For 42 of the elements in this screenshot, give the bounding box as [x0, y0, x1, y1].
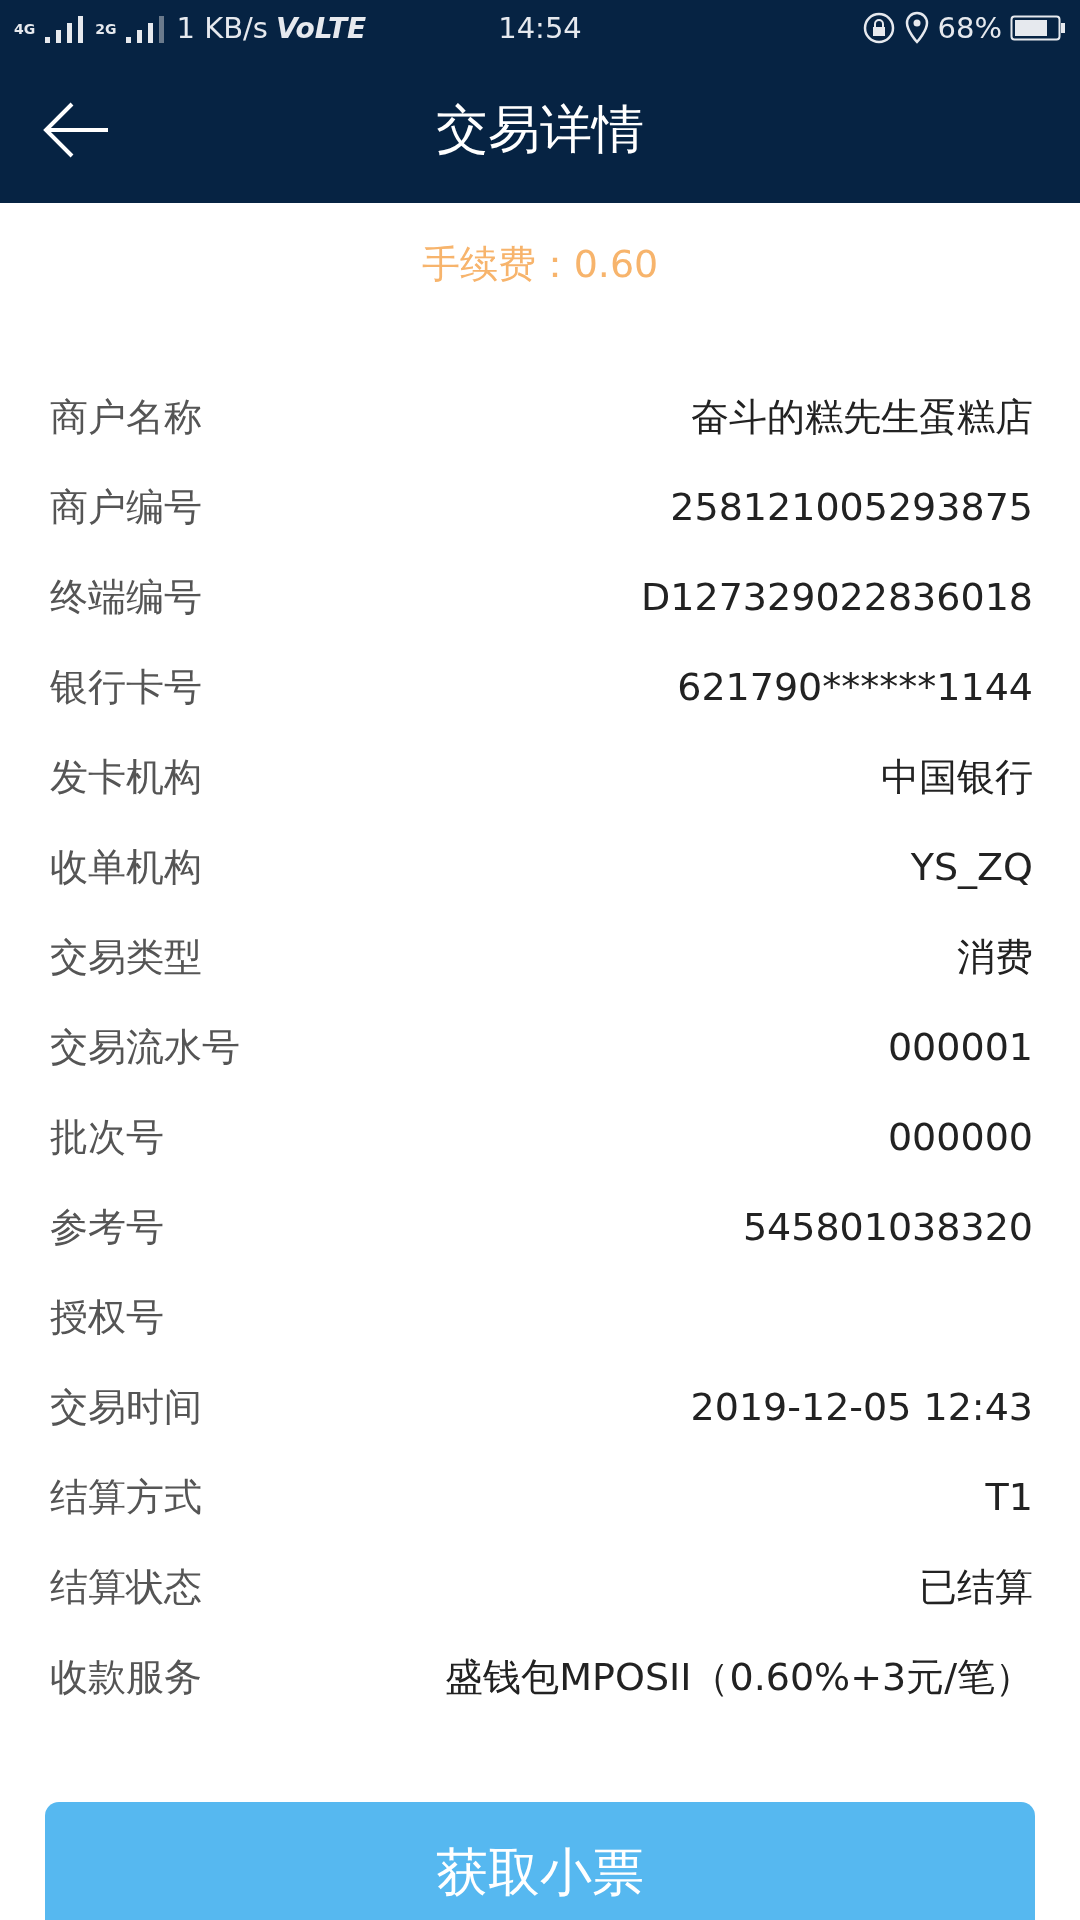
page-title: 交易详情: [436, 97, 644, 161]
battery-icon: [1010, 15, 1066, 41]
detail-value: 258121005293875: [670, 485, 1033, 529]
volte-label: VoLTE: [275, 11, 367, 45]
network-label: 4G: [14, 21, 36, 37]
detail-value: 盛钱包MPOSII（0.60%+3元/笔）: [445, 1653, 1033, 1701]
detail-label: 银行卡号: [50, 663, 202, 711]
detail-value: 000000: [887, 1115, 1033, 1159]
detail-label: 收款服务: [50, 1653, 202, 1701]
battery-percent: 68%: [937, 11, 1002, 45]
detail-value: T1: [985, 1475, 1033, 1519]
detail-label: 交易时间: [50, 1383, 202, 1431]
detail-value: YS_ZQ: [910, 845, 1033, 889]
detail-value: 已结算: [919, 1563, 1033, 1611]
detail-value: 621790******1144: [677, 665, 1033, 709]
detail-label: 交易流水号: [50, 1023, 240, 1071]
fee-text: 手续费：0.60: [421, 241, 659, 288]
detail-label: 参考号: [50, 1203, 164, 1251]
get-receipt-button[interactable]: 获取小票: [45, 1802, 1035, 1920]
detail-value: 000001: [887, 1025, 1033, 1069]
detail-label: 终端编号: [50, 573, 202, 621]
detail-label: 结算状态: [50, 1563, 202, 1611]
detail-label: 发卡机构: [50, 753, 202, 801]
location-icon: [903, 11, 930, 45]
rotation-lock-icon: [861, 11, 896, 45]
detail-value: 奋斗的糕先生蛋糕店: [691, 393, 1033, 441]
back-arrow-icon: [42, 101, 110, 159]
detail-value: 消费: [957, 933, 1033, 981]
detail-label: 商户名称: [50, 393, 202, 441]
detail-label: 授权号: [50, 1293, 164, 1341]
detail-label: 结算方式: [50, 1473, 202, 1521]
detail-label: 批次号: [50, 1113, 164, 1161]
detail-label: 商户编号: [50, 483, 202, 531]
detail-label: 交易类型: [50, 933, 202, 981]
detail-value: 545801038320: [742, 1205, 1033, 1249]
network-label: 2G: [95, 21, 117, 37]
detail-value: 中国银行: [881, 753, 1033, 801]
network-speed: 1 KB/s: [176, 11, 268, 45]
clock: 14:54: [498, 11, 582, 45]
detail-value: 2019-12-05 12:43: [690, 1385, 1033, 1429]
detail-label: 收单机构: [50, 843, 202, 891]
detail-value: D127329022836018: [641, 575, 1033, 619]
